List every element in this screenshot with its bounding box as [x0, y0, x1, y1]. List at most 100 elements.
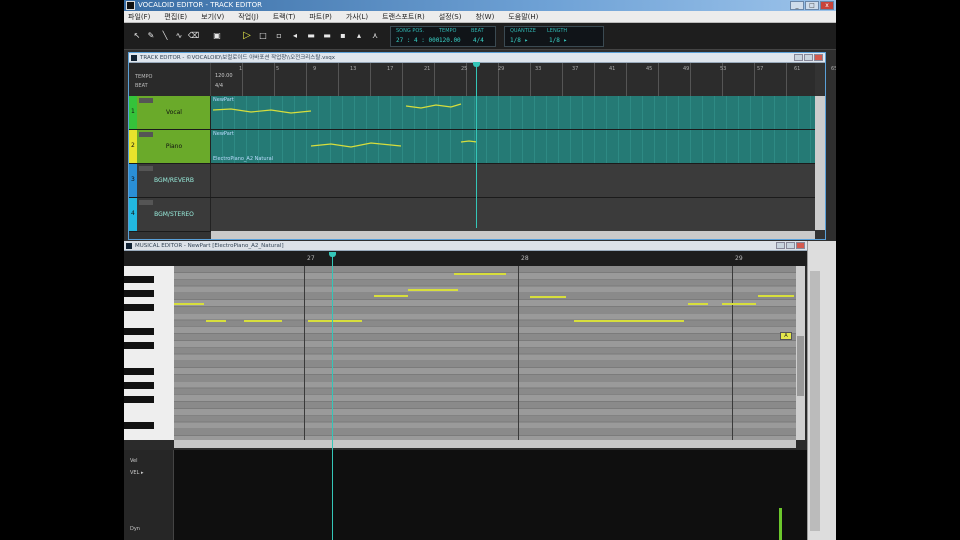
- black-key[interactable]: [124, 342, 154, 349]
- note[interactable]: [174, 303, 204, 305]
- menu-settings[interactable]: 설정(S): [439, 12, 462, 22]
- track-header[interactable]: BGM/STEREO: [137, 198, 211, 231]
- song-pos-value: 27 : 4 : 000: [396, 37, 440, 44]
- end-icon[interactable]: ▪: [338, 31, 348, 41]
- note[interactable]: [206, 320, 226, 322]
- note[interactable]: [574, 320, 684, 322]
- musical-editor-ruler[interactable]: 27 28 29: [124, 251, 807, 266]
- forward-icon[interactable]: ▬: [306, 31, 316, 41]
- minimize-button[interactable]: _: [790, 1, 804, 10]
- panel-icon: [131, 55, 137, 61]
- note[interactable]: [408, 289, 458, 291]
- menu-help[interactable]: 도움말(H): [508, 12, 538, 22]
- note[interactable]: [244, 320, 282, 322]
- panel-restore-button[interactable]: [804, 54, 813, 61]
- panel-restore-button[interactable]: [786, 242, 795, 249]
- black-key[interactable]: [124, 304, 154, 311]
- black-key[interactable]: [124, 328, 154, 335]
- playhead-track-editor[interactable]: [473, 62, 480, 228]
- piano-roll-grid[interactable]: A: [174, 266, 796, 440]
- menu-job[interactable]: 작업(J): [238, 12, 258, 22]
- track-lane[interactable]: NewPart: [211, 96, 815, 129]
- note[interactable]: [688, 303, 708, 305]
- measure-ruler[interactable]: 120.00 4/4 1 5 9 13 17 21 25 29 33 37 41 45 49 53 57 61…: [211, 63, 836, 96]
- track-editor-hscrollbar[interactable]: [211, 231, 815, 239]
- rewind-icon[interactable]: ◂: [290, 31, 300, 41]
- menu-lyrics[interactable]: 가사(L): [346, 12, 368, 22]
- note[interactable]: [374, 295, 408, 297]
- quantize-value[interactable]: 1/8 ▸: [510, 37, 528, 44]
- track-editor-header: TEMPO BEAT 120.00 4/4 1 5 9 13 17 21 25 29 33 37 4…: [129, 63, 836, 96]
- note[interactable]: [308, 320, 362, 322]
- track-mute-solo[interactable]: [139, 98, 153, 103]
- note[interactable]: [758, 295, 794, 297]
- track-row-bgm-reverb[interactable]: 3 BGM/REVERB: [129, 164, 815, 198]
- track-row-piano[interactable]: 2 Piano NewPart ElectroPiano_A2 Natural: [129, 130, 815, 164]
- arrow-tool-icon[interactable]: ↖: [132, 31, 142, 41]
- stop-icon[interactable]: □: [258, 31, 268, 41]
- menu-view[interactable]: 보기(V): [201, 12, 224, 22]
- ruler-number: 45: [646, 66, 653, 72]
- velocity-bar[interactable]: [779, 508, 782, 540]
- pencil-tool-icon[interactable]: ✎: [146, 31, 156, 41]
- track-lane[interactable]: NewPart ElectroPiano_A2 Natural: [211, 130, 815, 163]
- track-editor-vscrollbar[interactable]: [815, 96, 825, 230]
- panel-close-button[interactable]: [796, 242, 805, 249]
- tempo-value: 120.00: [439, 37, 461, 44]
- menu-file[interactable]: 파일(F): [128, 12, 150, 22]
- panel-minimize-button[interactable]: [794, 54, 803, 61]
- piano-keyboard[interactable]: [124, 266, 174, 440]
- record-icon[interactable]: ▫: [274, 31, 284, 41]
- selected-note[interactable]: A: [780, 332, 792, 340]
- piano-roll-hscrollbar[interactable]: [174, 440, 796, 448]
- menu-edit[interactable]: 편집(E): [164, 12, 187, 22]
- playhead-musical-editor[interactable]: [329, 252, 336, 540]
- menu-window[interactable]: 창(W): [475, 12, 494, 22]
- start-icon[interactable]: ▬: [322, 31, 332, 41]
- play-icon[interactable]: ▷: [242, 31, 252, 41]
- panel-close-button[interactable]: [814, 54, 823, 61]
- track-mute-solo[interactable]: [139, 200, 153, 205]
- black-key[interactable]: [124, 290, 154, 297]
- musical-editor-panel: MUSICAL EDITOR - NewPart [ElectroPiano_A…: [124, 241, 807, 540]
- note[interactable]: [530, 296, 566, 298]
- track-header[interactable]: Piano: [137, 130, 211, 163]
- eraser-tool-icon[interactable]: ⌫: [188, 31, 199, 41]
- note[interactable]: [454, 273, 506, 275]
- save-icon[interactable]: ▣: [212, 31, 222, 41]
- main-vscrollbar[interactable]: [807, 241, 836, 540]
- menu-part[interactable]: 파트(P): [309, 12, 332, 22]
- track-header[interactable]: BGM/REVERB: [137, 164, 211, 197]
- track-header[interactable]: Vocal: [137, 96, 211, 129]
- vibrato-tool-icon[interactable]: ∿: [174, 31, 184, 41]
- tempo-label: TEMPO: [439, 28, 457, 34]
- length-value[interactable]: 1/8 ▸: [549, 37, 567, 44]
- menu-transport[interactable]: 트랜스포트(R): [382, 12, 425, 22]
- scroll-thumb[interactable]: [797, 336, 804, 396]
- black-key[interactable]: [124, 422, 154, 429]
- quantize-display[interactable]: QUANTIZE LENGTH 1/8 ▸ 1/8 ▸: [504, 26, 604, 47]
- maximize-button[interactable]: □: [805, 1, 819, 10]
- track-lane[interactable]: [211, 198, 815, 231]
- control-selector[interactable]: VEL ▸: [130, 470, 143, 476]
- control-track-area[interactable]: Vel VEL ▸ Dyn: [124, 450, 807, 540]
- track-mute-solo[interactable]: [139, 166, 153, 171]
- black-key[interactable]: [124, 368, 154, 375]
- metronome-icon[interactable]: ⋏: [370, 31, 380, 41]
- panel-minimize-button[interactable]: [776, 242, 785, 249]
- close-button[interactable]: x: [820, 1, 834, 10]
- loop-icon[interactable]: ▴: [354, 31, 364, 41]
- scroll-thumb[interactable]: [810, 271, 820, 531]
- note[interactable]: [722, 303, 756, 305]
- black-key[interactable]: [124, 382, 154, 389]
- black-key[interactable]: [124, 396, 154, 403]
- track-row-vocal[interactable]: 1 Vocal NewPart: [129, 96, 815, 130]
- piano-roll-vscrollbar[interactable]: [796, 266, 805, 440]
- line-tool-icon[interactable]: ╲: [160, 31, 170, 41]
- black-key[interactable]: [124, 276, 154, 283]
- menu-track[interactable]: 트랙(T): [273, 12, 296, 22]
- track-name: Vocal: [166, 109, 182, 116]
- track-mute-solo[interactable]: [139, 132, 153, 137]
- track-row-bgm-stereo[interactable]: 4 BGM/STEREO: [129, 198, 815, 232]
- track-lane[interactable]: [211, 164, 815, 197]
